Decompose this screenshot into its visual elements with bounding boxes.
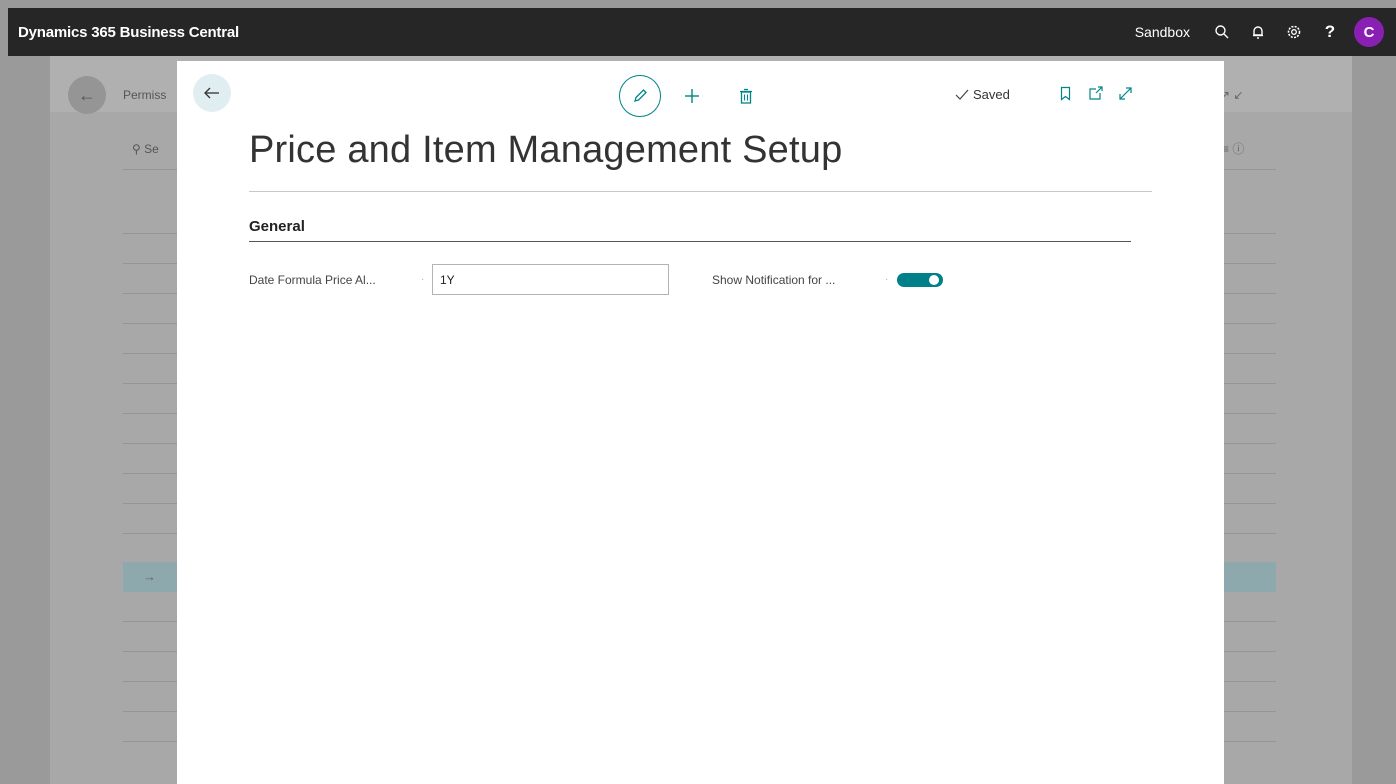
- show-notification-label[interactable]: Show Notification for ...: [712, 273, 835, 287]
- delete-button[interactable]: [723, 75, 769, 117]
- app-bar-actions: Sandbox ? C: [1135, 8, 1396, 56]
- section-divider: [249, 241, 1131, 242]
- app-bar: Dynamics 365 Business Central Sandbox ? …: [8, 8, 1396, 56]
- row-arrow-icon: →: [143, 569, 156, 584]
- date-formula-label[interactable]: Date Formula Price Al...: [249, 273, 376, 287]
- search-icon[interactable]: [1204, 8, 1240, 56]
- edit-button[interactable]: [619, 75, 661, 117]
- title-divider: [249, 191, 1152, 192]
- expand-icon[interactable]: [1117, 85, 1133, 101]
- bookmark-icon[interactable]: [1057, 85, 1073, 101]
- background-back-icon: ←: [68, 76, 106, 114]
- page-title: Price and Item Management Setup: [249, 129, 843, 171]
- field-dots: ·: [421, 274, 425, 285]
- back-button[interactable]: [193, 74, 231, 112]
- date-formula-field[interactable]: [432, 264, 669, 295]
- background-page-title: Permiss: [123, 88, 167, 102]
- action-bar: [619, 75, 769, 117]
- app-title: Dynamics 365 Business Central: [18, 23, 239, 41]
- bell-icon[interactable]: [1240, 8, 1276, 56]
- pencil-icon: [634, 89, 647, 102]
- delete-icon: [740, 88, 752, 104]
- field-dots: ·: [885, 274, 889, 285]
- show-notification-toggle[interactable]: [897, 273, 943, 287]
- background-search-label: Se: [144, 142, 159, 156]
- open-new-window-icon[interactable]: [1087, 85, 1103, 101]
- help-icon[interactable]: ?: [1312, 8, 1348, 56]
- environment-label[interactable]: Sandbox: [1135, 24, 1190, 40]
- toggle-knob: [929, 275, 939, 285]
- background-search: ⚲ Se: [132, 142, 159, 156]
- gear-icon[interactable]: [1276, 8, 1312, 56]
- section-title-general[interactable]: General: [249, 218, 305, 235]
- new-button[interactable]: [669, 75, 715, 117]
- window-actions: [1057, 85, 1133, 101]
- background-info-icon: ≡ ⓘ: [1222, 142, 1245, 156]
- avatar[interactable]: C: [1354, 17, 1384, 47]
- add-icon: [685, 89, 699, 103]
- arrow-left-icon: [204, 87, 219, 99]
- save-status: Saved: [955, 87, 1010, 102]
- setup-card: Saved Price and Item Management Setup Ge…: [177, 61, 1224, 784]
- checkmark-icon: [955, 89, 969, 100]
- saved-label: Saved: [973, 87, 1010, 102]
